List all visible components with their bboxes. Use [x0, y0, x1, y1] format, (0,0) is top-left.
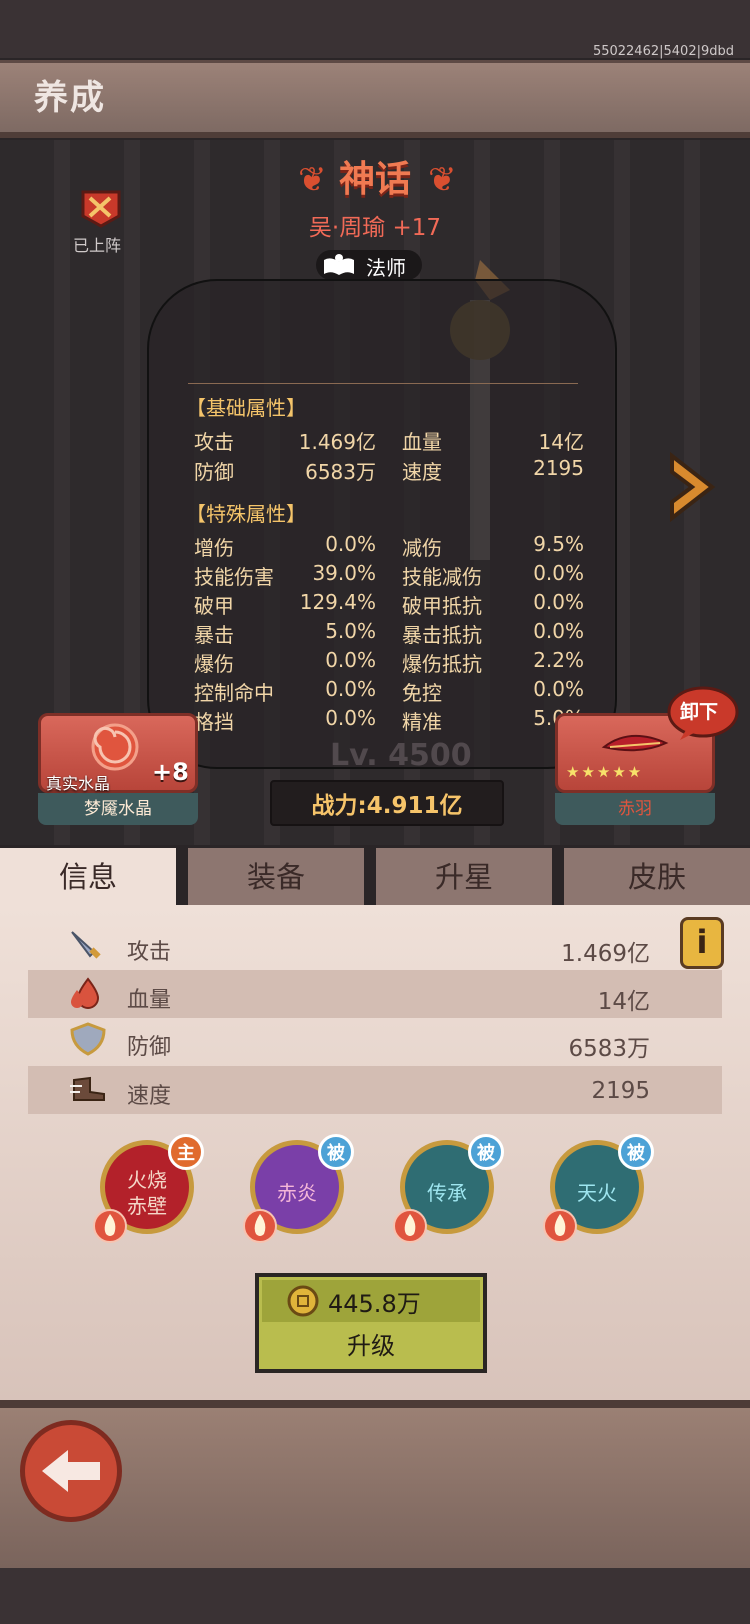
coin-icon — [287, 1285, 319, 1317]
upgrade-label[interactable]: 升级 — [255, 1326, 487, 1361]
stat-label: 破甲 — [194, 594, 234, 618]
upgrade-cost: 445.8万 — [328, 1290, 421, 1318]
flame-icon — [93, 1209, 127, 1243]
skill-badge: 被 — [618, 1134, 654, 1170]
stat-label: 防御 — [194, 460, 234, 484]
class-label: 法师 — [366, 256, 406, 280]
skill-name: 火烧 — [127, 1168, 167, 1192]
stat-label: 增伤 — [194, 536, 234, 560]
flame-icon — [393, 1209, 427, 1243]
special-attr-title: 【特殊属性】 — [186, 502, 306, 526]
crystal-plus-level: +8 — [152, 758, 189, 786]
stat-value: 5.0% — [325, 619, 376, 643]
stat-label: 技能减伤 — [402, 565, 482, 589]
stat-label: 血量 — [402, 430, 442, 454]
hero-name: 吴·周瑜 +17 — [308, 215, 442, 241]
skill-name: 天火 — [577, 1181, 617, 1205]
stat-value: 0.0% — [325, 648, 376, 672]
stat-label: 免控 — [402, 681, 442, 705]
stat-label: 破甲抵抗 — [402, 594, 482, 618]
stat-value: 0.0% — [325, 706, 376, 730]
stat-value: 129.4% — [299, 590, 376, 614]
skill-badge: 被 — [468, 1134, 504, 1170]
footer-strip — [0, 1568, 750, 1624]
rarity-title: 神话 — [338, 159, 411, 200]
unequip-label[interactable]: 卸下 — [680, 697, 718, 724]
stat-value: 1.469亿 — [298, 430, 376, 454]
combat-power: 战力:4.911亿 — [311, 793, 463, 819]
treasure-name: 赤羽 — [555, 793, 715, 825]
info-value: 6583万 — [568, 1036, 650, 1062]
stat-value: 0.0% — [325, 677, 376, 701]
skill-name: 传承 — [427, 1181, 467, 1205]
stat-value: 0.0% — [533, 677, 584, 701]
mage-book-icon — [324, 254, 354, 275]
stat-value: 0.0% — [533, 590, 584, 614]
skill-name: 赤炎 — [277, 1181, 317, 1205]
info-value: 2195 — [591, 1078, 650, 1104]
star-rating: ★★★★★ — [566, 763, 644, 781]
flame-icon — [543, 1209, 577, 1243]
blood-icon — [71, 977, 100, 1009]
stat-value: 0.0% — [325, 532, 376, 556]
stat-value: 0.0% — [533, 619, 584, 643]
stat-label: 暴击 — [194, 623, 234, 647]
stat-value: 2195 — [533, 456, 584, 480]
skill-badge: 主 — [168, 1134, 204, 1170]
crystal-tag: 真实水晶 — [46, 774, 111, 793]
stat-label: 爆伤 — [194, 652, 234, 676]
boot-icon — [70, 1076, 105, 1101]
info-label: 血量 — [127, 988, 172, 1013]
stat-label: 暴击抵抗 — [402, 623, 482, 647]
shield-icon — [70, 1022, 106, 1056]
tab-info[interactable]: 信息 — [0, 848, 180, 906]
crystal-name: 梦魇水晶 — [38, 793, 198, 825]
header-bar — [0, 60, 750, 138]
hero-level: Lv. 4500 — [330, 738, 472, 773]
stat-label: 攻击 — [194, 430, 234, 454]
stat-label: 控制命中 — [194, 681, 274, 705]
stat-value: 0.0% — [533, 561, 584, 585]
stat-label: 减伤 — [402, 536, 442, 560]
info-label: 攻击 — [127, 940, 172, 965]
info-value: 14亿 — [597, 989, 650, 1015]
info-label: 防御 — [127, 1035, 172, 1060]
tab-star-up[interactable]: 升星 — [376, 848, 556, 906]
stat-label: 爆伤抵抗 — [402, 652, 482, 676]
stat-value: 9.5% — [533, 532, 584, 556]
stat-value: 14亿 — [538, 430, 584, 454]
panel-divider — [188, 383, 578, 384]
next-hero-arrow-icon[interactable] — [666, 450, 720, 524]
stat-value: 2.2% — [533, 648, 584, 672]
flame-icon — [243, 1209, 277, 1243]
tab-skin[interactable]: 皮肤 — [564, 848, 750, 906]
crystal-swirl-icon — [91, 723, 139, 771]
info-button[interactable]: i — [680, 917, 724, 969]
stat-value: 39.0% — [312, 561, 376, 585]
back-arrow-icon — [42, 1450, 100, 1492]
stat-label: 速度 — [402, 460, 442, 484]
stat-label: 精准 — [402, 710, 442, 734]
red-feather-icon — [601, 734, 669, 752]
stat-label: 格挡 — [194, 710, 234, 734]
deployed-label: 已上阵 — [73, 236, 122, 255]
crossed-swords-icon — [81, 190, 121, 228]
info-label: 速度 — [127, 1084, 172, 1109]
skill-badge: 被 — [318, 1134, 354, 1170]
sword-icon — [71, 931, 101, 959]
stat-label: 技能伤害 — [194, 565, 274, 589]
base-attr-title: 【基础属性】 — [186, 396, 306, 420]
info-value: 1.469亿 — [561, 941, 650, 967]
build-id: 55022462|5402|9dbd — [592, 44, 734, 59]
stat-value: 6583万 — [305, 460, 376, 484]
page-title: 养成 — [34, 78, 106, 118]
tab-equipment[interactable]: 装备 — [188, 848, 368, 906]
